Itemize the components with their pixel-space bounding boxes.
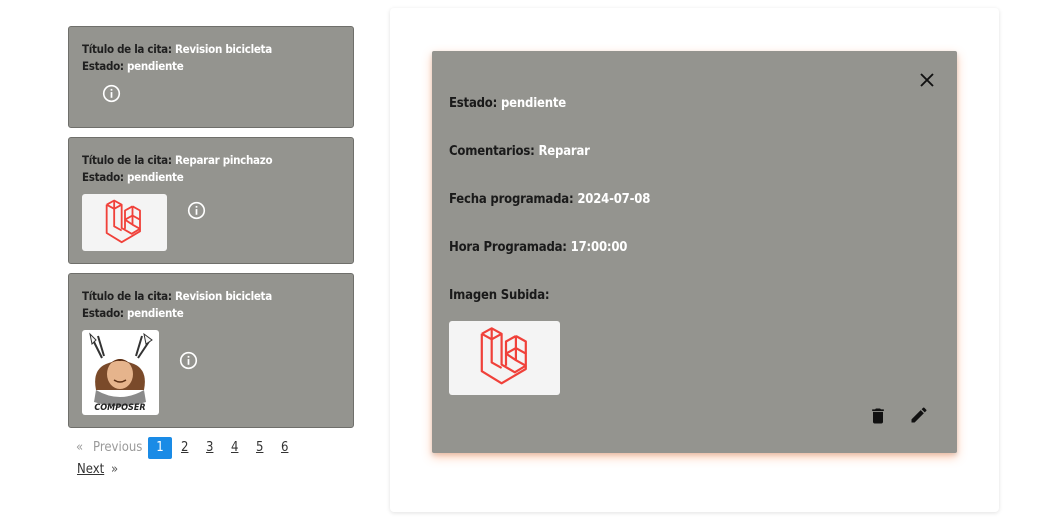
title-value: Revision bicicleta xyxy=(174,42,272,56)
pagination-page[interactable]: 2 xyxy=(181,437,188,459)
appointment-detail-modal: Estado: pendiente Comentarios: Reparar F… xyxy=(432,51,957,453)
appointment-card: Título de la cita: Revision bicicleta Es… xyxy=(68,26,354,128)
title-label: Título de la cita: xyxy=(82,42,172,56)
title-value: Reparar pinchazo xyxy=(174,153,273,167)
detail-time-label: Hora Programada: xyxy=(449,240,567,255)
status-label: Estado: xyxy=(82,170,124,184)
detail-status-value: pendiente xyxy=(501,96,567,111)
detail-image-label: Imagen Subida: xyxy=(449,288,550,303)
detail-date-label: Fecha programada: xyxy=(449,192,574,207)
detail-date: Fecha programada: 2024-07-08 xyxy=(449,192,650,207)
pagination-page[interactable]: 5 xyxy=(256,437,263,459)
composer-logo: COMPOSER xyxy=(89,332,153,413)
pagination-page[interactable]: 3 xyxy=(206,437,213,459)
title-label: Título de la cita: xyxy=(82,153,172,167)
title-label: Título de la cita: xyxy=(82,289,172,303)
trash-icon[interactable] xyxy=(868,406,888,426)
status-label: Estado: xyxy=(82,59,124,73)
pagination-page-current[interactable]: 1 xyxy=(148,437,172,459)
pagination-prev-arrow: « xyxy=(76,440,84,455)
pagination-next[interactable]: Next xyxy=(77,459,104,481)
detail-comments-value: Reparar xyxy=(538,144,590,159)
info-icon[interactable] xyxy=(187,201,206,220)
appointment-thumbnail: COMPOSER xyxy=(82,330,159,415)
status-value: pendiente xyxy=(127,59,184,73)
detail-status-label: Estado: xyxy=(449,96,498,111)
composer-logo-text: COMPOSER xyxy=(94,403,145,413)
pencil-icon[interactable] xyxy=(909,405,929,425)
laravel-logo xyxy=(480,327,527,385)
close-icon[interactable] xyxy=(919,72,935,88)
uploaded-image xyxy=(449,321,560,395)
appointment-thumbnail xyxy=(82,194,167,251)
status-label: Estado: xyxy=(82,306,124,320)
laravel-logo xyxy=(105,199,141,244)
status-value: pendiente xyxy=(127,170,184,184)
info-icon[interactable] xyxy=(179,351,198,370)
pagination-previous: Previous xyxy=(93,440,143,455)
title-value: Revision bicicleta xyxy=(174,289,272,303)
detail-date-value: 2024-07-08 xyxy=(577,192,651,207)
detail-comments-label: Comentarios: xyxy=(449,144,535,159)
detail-time-value: 17:00:00 xyxy=(570,240,628,255)
pagination-page[interactable]: 4 xyxy=(231,437,238,459)
pagination-page[interactable]: 6 xyxy=(281,437,288,459)
pagination-next-arrow: » xyxy=(111,462,119,477)
appointment-card: Título de la cita: Reparar pinchazo Esta… xyxy=(68,137,354,264)
appointment-card: Título de la cita: Revision bicicleta Es… xyxy=(68,273,354,428)
detail-status: Estado: pendiente xyxy=(449,96,566,111)
detail-comments: Comentarios: Reparar xyxy=(449,144,590,159)
status-value: pendiente xyxy=(127,306,184,320)
info-icon[interactable] xyxy=(102,84,121,103)
detail-time: Hora Programada: 17:00:00 xyxy=(449,240,627,255)
